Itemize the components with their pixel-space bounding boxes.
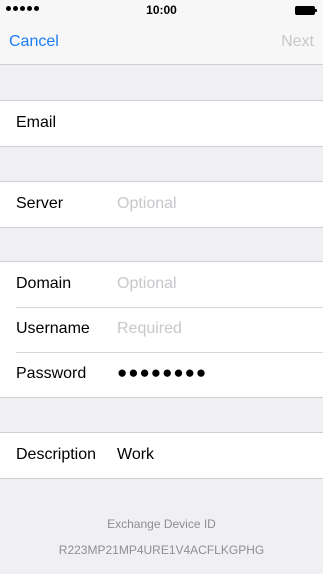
description-label: Description [16,446,97,463]
server-group: Server Optional [0,181,323,228]
server-label: Server [16,195,64,212]
battery-icon [295,6,317,15]
navigation-bar: Cancel Next [0,20,323,65]
status-bar: 10:00 [0,0,323,20]
username-label: Username [16,320,90,337]
next-button[interactable]: Next [281,33,314,51]
username-row[interactable]: Username Required [0,307,323,352]
server-row[interactable]: Server Optional [0,182,323,227]
email-row[interactable]: Email [0,101,323,146]
device-id-value: R223MP21MP4URE1V4ACFLKGPHG [58,543,265,557]
status-time: 10:00 [146,3,177,17]
description-field[interactable]: Work [117,446,154,464]
server-field[interactable]: Optional [117,195,177,213]
domain-field[interactable]: Optional [117,275,177,293]
cancel-button[interactable]: Cancel [9,33,59,51]
domain-row[interactable]: Domain Optional [0,262,323,307]
email-group: Email [0,100,323,147]
username-field[interactable]: Required [117,320,182,338]
password-row[interactable]: Password ●●●●●●●● [0,352,323,397]
email-label: Email [16,114,57,131]
password-field[interactable]: ●●●●●●●● [117,363,207,383]
domain-label: Domain [16,275,72,292]
description-row[interactable]: Description Work [0,433,323,478]
credentials-group: Domain Optional Username Required Passwo… [0,261,323,398]
device-id-title: Exchange Device ID [107,517,216,531]
password-label: Password [16,365,87,382]
description-group: Description Work [0,432,323,479]
